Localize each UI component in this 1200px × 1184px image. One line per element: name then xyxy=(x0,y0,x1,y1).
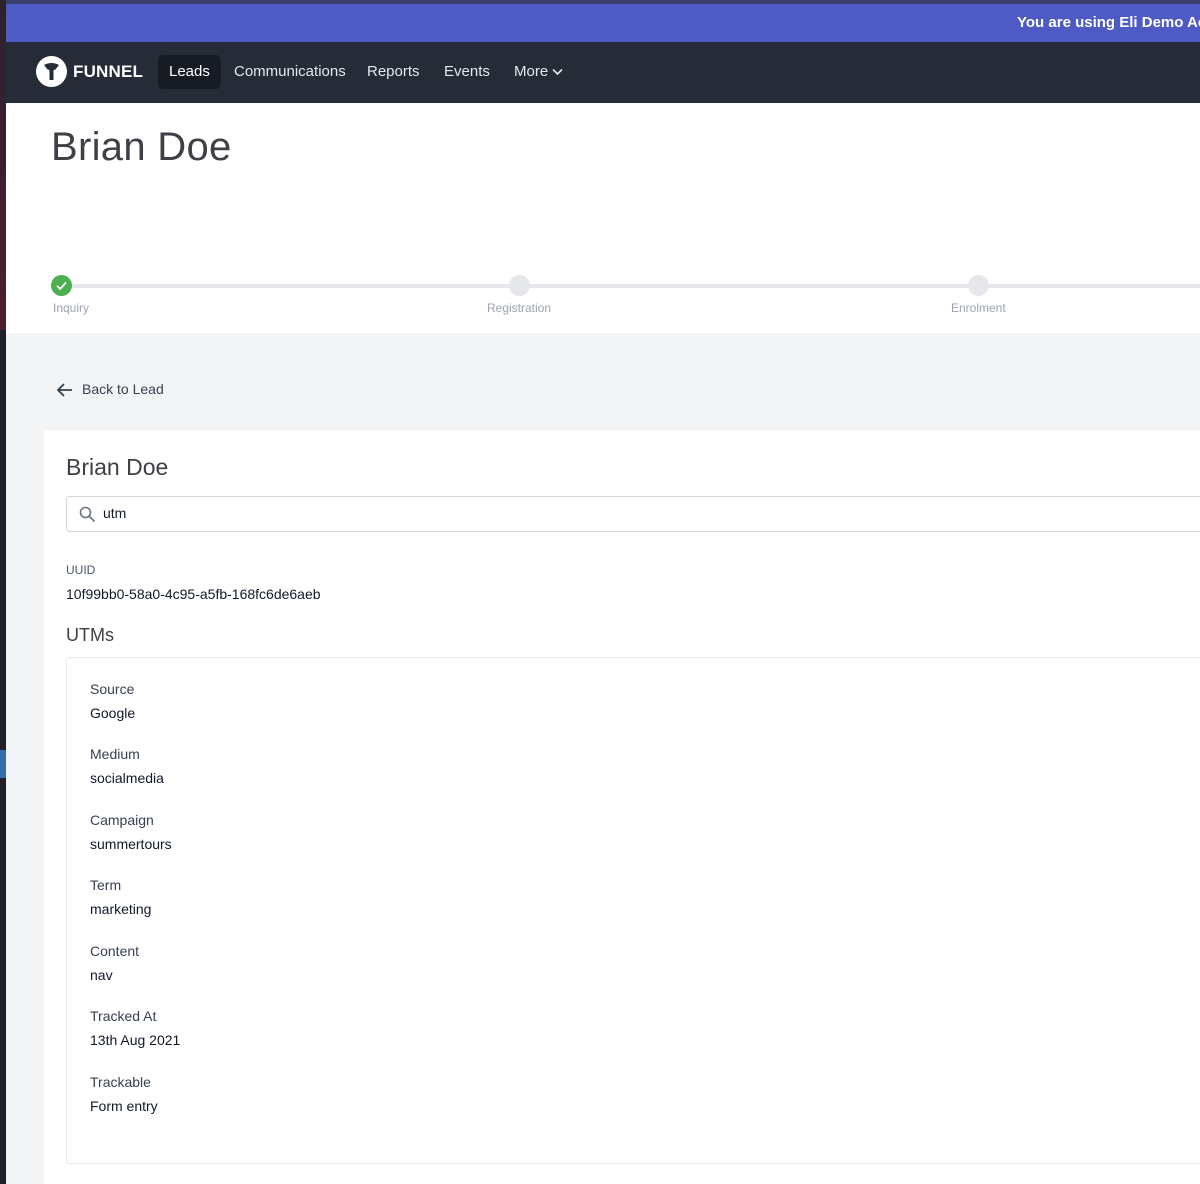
utm-field-medium: Medium socialmedia xyxy=(90,746,164,786)
top-navigation: FUNNEL Leads Communications Reports Even… xyxy=(6,42,1200,103)
search-input[interactable] xyxy=(101,504,705,522)
field-value: 13th Aug 2021 xyxy=(90,1032,181,1048)
progress-track xyxy=(61,284,1200,288)
page-title: Brian Doe xyxy=(51,125,232,169)
field-value: Google xyxy=(90,705,136,721)
utms-section-title: UTMs xyxy=(66,625,114,645)
account-banner: You are using Eli Demo Account xyxy=(6,0,1200,42)
chevron-down-icon xyxy=(552,55,563,89)
funnel-logo-icon[interactable] xyxy=(36,56,67,87)
step-inquiry-check-icon[interactable] xyxy=(51,275,72,296)
brand-name[interactable]: FUNNEL xyxy=(73,62,143,82)
field-label: Campaign xyxy=(90,812,154,828)
utm-field-campaign: Campaign summertours xyxy=(90,812,172,852)
field-label: Tracked At xyxy=(90,1008,157,1024)
search-field[interactable] xyxy=(66,496,1200,532)
app-window: You are using Eli Demo Account FUNNEL Le… xyxy=(6,0,1200,1184)
utm-field-term: Term marketing xyxy=(90,877,151,917)
field-label: Term xyxy=(90,877,122,893)
nav-item-leads[interactable]: Leads xyxy=(158,55,221,89)
field-value: marketing xyxy=(90,901,152,917)
utm-field-content: Content nav xyxy=(90,943,139,983)
field-value: Form entry xyxy=(90,1098,158,1114)
step-enrolment-dot[interactable] xyxy=(968,275,989,296)
field-label: Content xyxy=(90,943,140,959)
nav-item-more[interactable]: More xyxy=(503,55,574,89)
field-value: socialmedia xyxy=(90,770,164,786)
lead-header: Brian Doe Inquiry Registration Enrolment xyxy=(6,103,1200,333)
utms-panel: Source Google Medium socialmedia Campaig… xyxy=(66,657,1200,1164)
utm-field-trackable: Trackable Form entry xyxy=(90,1074,158,1114)
step-label-registration: Registration xyxy=(487,301,552,315)
utm-field-tracked-at: Tracked At 13th Aug 2021 xyxy=(90,1008,180,1048)
uuid-value: 10f99bb0-58a0-4c95-a5fb-168fc6de6aeb xyxy=(66,586,321,602)
utm-field-source: Source Google xyxy=(90,681,135,721)
back-to-lead-link[interactable]: Back to Lead xyxy=(56,376,164,402)
search-icon xyxy=(79,506,96,523)
card-title: Brian Doe xyxy=(66,454,169,480)
field-label: Source xyxy=(90,681,135,697)
step-label-enrolment: Enrolment xyxy=(951,301,1006,315)
field-label: Trackable xyxy=(90,1074,151,1090)
nav-item-communications[interactable]: Communications xyxy=(223,55,357,89)
nav-item-events[interactable]: Events xyxy=(433,55,501,89)
account-banner-text: You are using Eli Demo Account xyxy=(1017,14,1200,31)
lead-detail-card: Brian Doe UUID 10f99bb0-58a0-4c95-a5fb-1… xyxy=(44,430,1200,1184)
uuid-label: UUID xyxy=(66,563,96,577)
field-value: summertours xyxy=(90,836,172,852)
arrow-left-icon xyxy=(56,383,72,397)
nav-item-reports[interactable]: Reports xyxy=(356,55,431,89)
step-label-inquiry: Inquiry xyxy=(53,301,90,315)
field-value: nav xyxy=(90,967,113,983)
field-label: Medium xyxy=(90,746,140,762)
step-registration-dot[interactable] xyxy=(509,275,530,296)
